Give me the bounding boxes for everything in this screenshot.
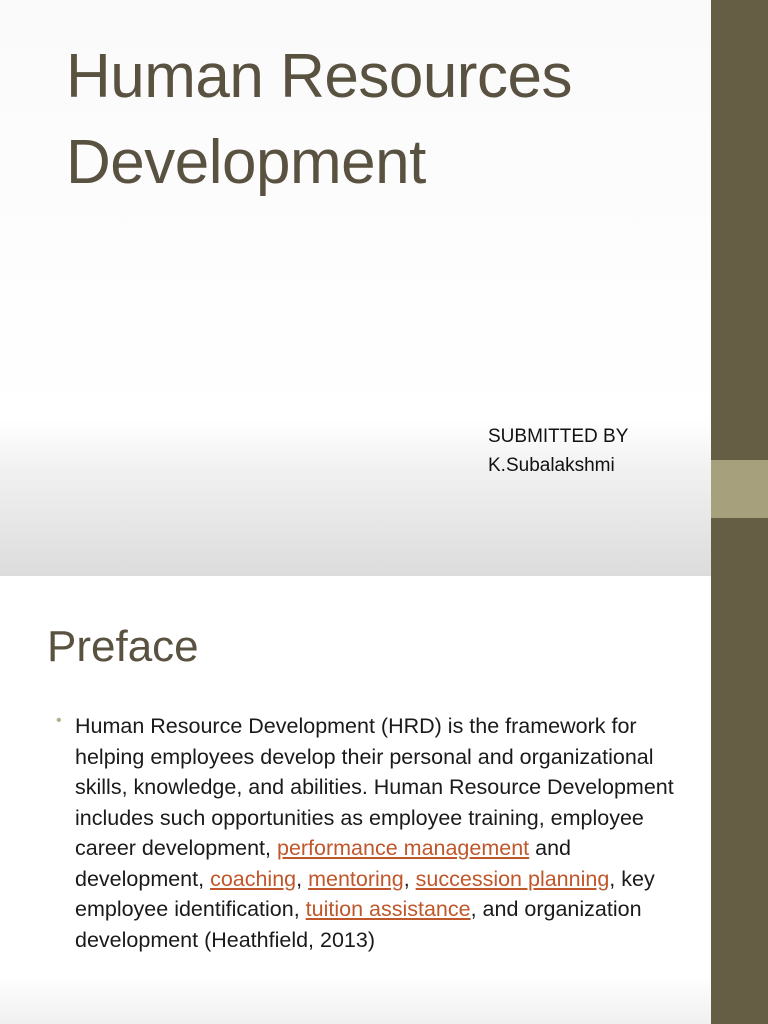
submitted-label: SUBMITTED BY [488,426,629,447]
title-line-1: Human Resources [66,42,572,111]
title-line-2: Development [66,128,426,197]
link-succession-planning[interactable]: succession planning [416,867,610,891]
bullet-icon: • [56,712,62,729]
bullet-text-4: , [403,866,416,891]
preface-heading: Preface [47,622,199,671]
author-name: K.Subalakshmi [488,455,615,476]
link-mentoring[interactable]: mentoring [308,867,404,891]
preface-bullet: Human Resource Development (HRD) is the … [75,711,675,955]
link-coaching[interactable]: coaching [210,867,296,891]
link-tuition-assistance[interactable]: tuition assistance [306,897,471,921]
submitted-block: SUBMITTED BY K.Subalakshmi [488,422,628,480]
sidebar-accent [711,460,768,518]
bullet-text-3: , [296,866,309,891]
slide-title-heading: Human Resources Development [66,34,696,206]
link-performance-management[interactable]: performance management [277,836,529,860]
